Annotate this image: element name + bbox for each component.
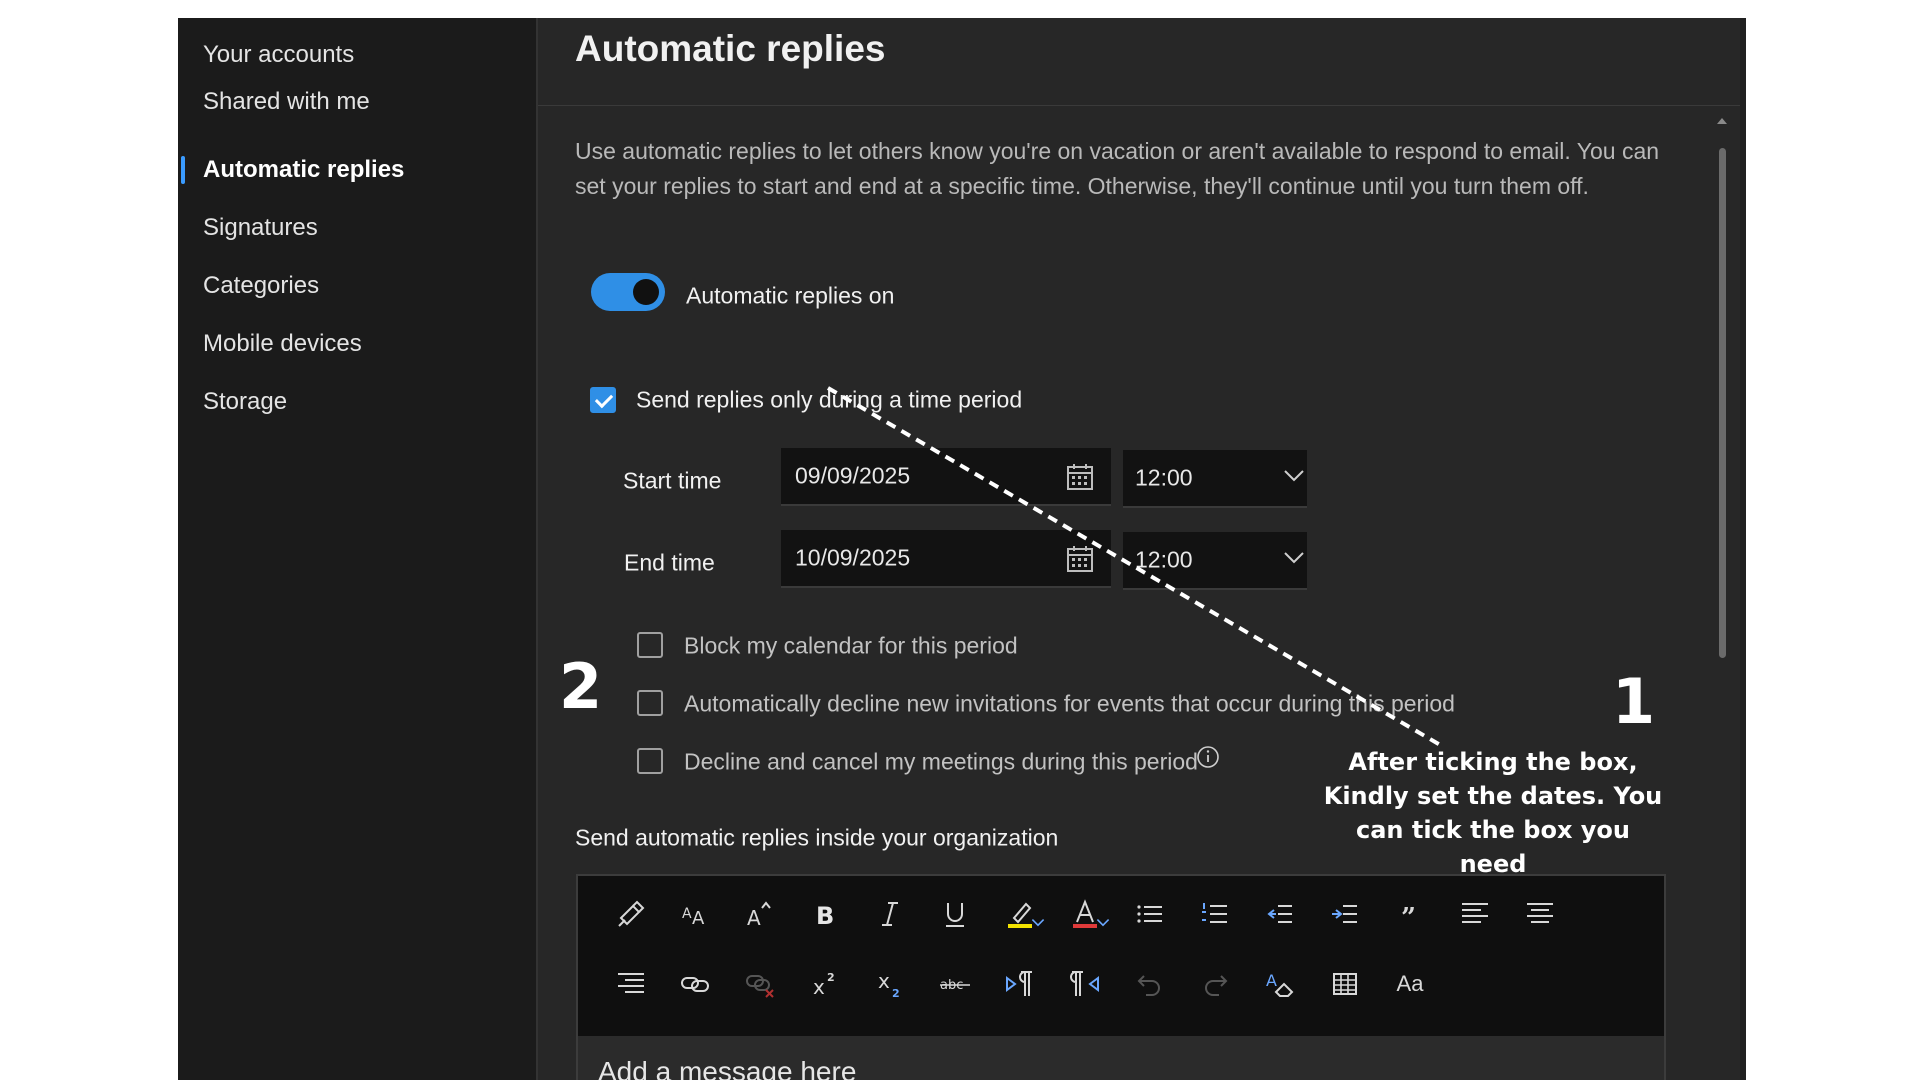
superscript-icon[interactable]: x2 <box>803 962 847 1006</box>
sidebar-item-signatures[interactable]: Signatures <box>203 208 318 248</box>
sidebar-item-your-accounts[interactable]: Your accounts <box>203 35 354 75</box>
decline-invitations-checkbox[interactable] <box>637 690 663 716</box>
grow-font-icon[interactable]: A <box>738 892 782 936</box>
cancel-meetings-label: Decline and cancel my meetings during th… <box>684 748 1198 775</box>
sidebar-item-storage[interactable]: Storage <box>203 382 287 422</box>
annotation-note: After ticking the box, Kindly set the da… <box>1323 748 1663 878</box>
start-time-dropdown[interactable]: 12:00 <box>1123 450 1307 508</box>
time-period-label: Send replies only during a time period <box>636 386 1023 413</box>
clear-formatting-icon[interactable]: A <box>1258 962 1302 1006</box>
align-right-icon[interactable] <box>609 962 653 1006</box>
ltr-icon[interactable] <box>998 962 1042 1006</box>
inside-org-title: Send automatic replies inside your organ… <box>575 824 1059 851</box>
calendar-icon[interactable] <box>1065 544 1095 574</box>
svg-text:A: A <box>692 908 705 929</box>
change-case-label: Aa <box>1396 971 1424 996</box>
calendar-icon[interactable] <box>1065 462 1095 492</box>
end-time-label: End time <box>624 549 715 576</box>
description-text: Use automatic replies to let others know… <box>575 138 1660 199</box>
increase-indent-icon[interactable] <box>1323 892 1367 936</box>
sidebar-item-categories[interactable]: Categories <box>203 266 319 306</box>
decrease-indent-icon[interactable] <box>1258 892 1302 936</box>
scroll-up-arrow-icon[interactable] <box>1716 116 1728 126</box>
svg-text:A: A <box>1266 971 1277 990</box>
start-date-value: 09/09/2025 <box>795 462 911 489</box>
bullets-icon[interactable] <box>1128 892 1172 936</box>
svg-text:2: 2 <box>827 971 835 984</box>
undo-icon[interactable] <box>1128 962 1172 1006</box>
insert-table-icon[interactable] <box>1323 962 1367 1006</box>
block-calendar-label: Block my calendar for this period <box>684 632 1018 659</box>
bold-icon[interactable]: B <box>803 892 847 936</box>
insert-link-icon[interactable] <box>673 962 717 1006</box>
toggle-knob <box>633 279 659 305</box>
active-nav-indicator <box>181 156 185 184</box>
sidebar-item-mobile-devices[interactable]: Mobile devices <box>203 324 362 364</box>
end-date-field[interactable]: 10/09/2025 <box>781 530 1111 588</box>
svg-text:2: 2 <box>892 987 900 1000</box>
scrollbar-thumb[interactable] <box>1719 148 1726 658</box>
sidebar-item-automatic-replies[interactable]: Automatic replies <box>203 150 404 190</box>
settings-window: Your accounts Shared with me Automatic r… <box>178 18 1746 1080</box>
info-icon[interactable] <box>1196 745 1220 769</box>
chevron-down-icon[interactable] <box>1028 900 1048 944</box>
strikethrough-icon[interactable]: abc <box>933 962 977 1006</box>
chevron-down-icon[interactable] <box>1093 900 1113 944</box>
italic-icon[interactable] <box>868 892 912 936</box>
message-placeholder: Add a message here <box>598 1056 857 1080</box>
svg-text:A: A <box>682 906 692 922</box>
end-time-dropdown[interactable]: 12:00 <box>1123 532 1307 590</box>
numbering-icon[interactable] <box>1193 892 1237 936</box>
cancel-meetings-checkbox[interactable] <box>637 748 663 774</box>
align-left-icon[interactable] <box>1453 892 1497 936</box>
chevron-down-icon <box>1284 552 1304 564</box>
time-period-checkbox[interactable] <box>590 387 616 413</box>
svg-text:B: B <box>816 902 834 930</box>
format-painter-icon[interactable] <box>609 892 653 936</box>
page-title: Automatic replies <box>575 28 886 69</box>
align-center-icon[interactable] <box>1518 892 1562 936</box>
quote-icon[interactable]: ” <box>1388 892 1432 936</box>
svg-text:”: ” <box>1401 903 1416 930</box>
settings-sidebar: Your accounts Shared with me Automatic r… <box>178 18 536 1080</box>
end-time-value: 12:00 <box>1135 546 1193 573</box>
message-editor[interactable]: AA A B ” x 2 x 2 abc A Aa Add a message … <box>576 874 1666 1080</box>
rtl-icon[interactable] <box>1063 962 1107 1006</box>
annotation-number-2: 2 <box>559 650 603 723</box>
font-size-icon[interactable]: AA <box>673 892 717 936</box>
redo-icon[interactable] <box>1193 962 1237 1006</box>
editor-toolbar: AA A B ” x 2 x 2 abc A Aa <box>578 876 1664 1036</box>
svg-text:A: A <box>747 906 761 930</box>
start-time-value: 12:00 <box>1135 464 1193 491</box>
svg-text:x: x <box>813 975 825 999</box>
annotation-number-1: 1 <box>1612 665 1656 738</box>
automatic-replies-panel: Automatic replies Use automatic replies … <box>536 18 1746 1080</box>
start-date-field[interactable]: 09/09/2025 <box>781 448 1111 506</box>
svg-text:x: x <box>878 969 890 993</box>
chevron-down-icon <box>1284 470 1304 482</box>
subscript-icon[interactable]: x2 <box>868 962 912 1006</box>
start-time-label: Start time <box>623 467 722 494</box>
right-edge-strip <box>1740 18 1746 1080</box>
end-date-value: 10/09/2025 <box>795 544 911 571</box>
decline-invitations-label: Automatically decline new invitations fo… <box>684 690 1455 717</box>
toggle-label: Automatic replies on <box>686 282 895 309</box>
automatic-replies-toggle[interactable] <box>591 273 665 311</box>
change-case-icon[interactable]: Aa <box>1388 962 1432 1006</box>
remove-link-icon[interactable] <box>738 962 782 1006</box>
title-divider <box>538 105 1746 106</box>
sidebar-item-shared-with-me[interactable]: Shared with me <box>203 82 370 122</box>
block-calendar-checkbox[interactable] <box>637 632 663 658</box>
underline-icon[interactable] <box>933 892 977 936</box>
